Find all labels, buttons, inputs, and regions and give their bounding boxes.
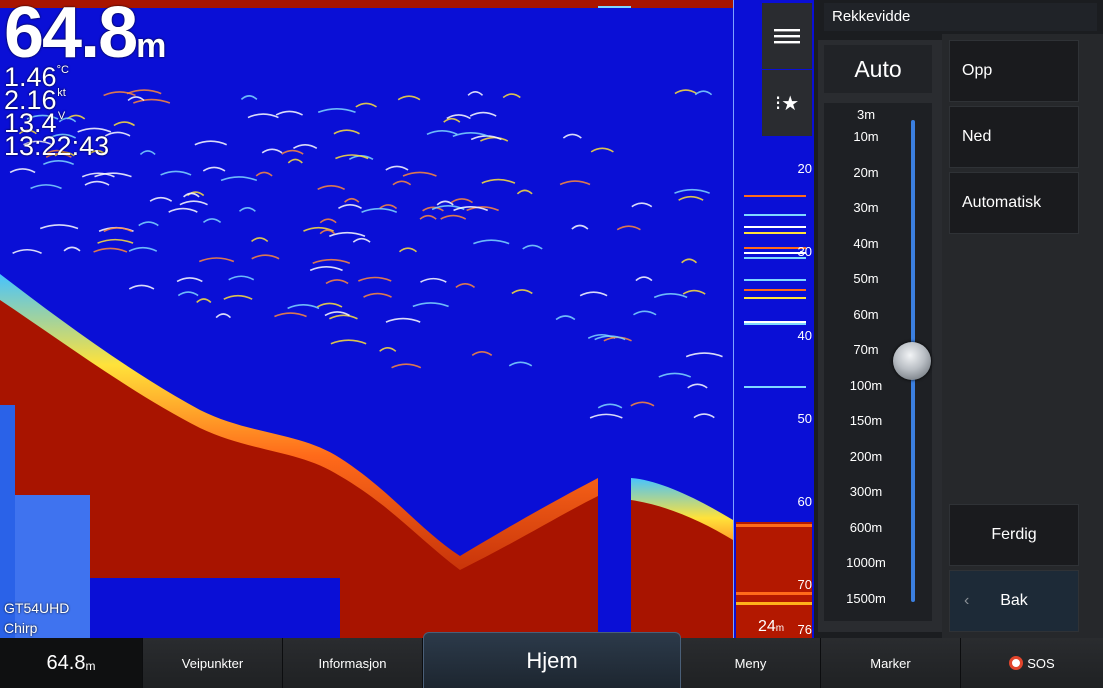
- tab-mark[interactable]: Marker: [821, 638, 961, 688]
- tab-home[interactable]: Hjem: [423, 632, 681, 688]
- range-option[interactable]: 300m: [824, 484, 908, 499]
- bottom-depth-unit: m: [85, 659, 96, 673]
- range-option[interactable]: 40m: [824, 236, 908, 251]
- depth-scale-label: 50: [797, 411, 812, 426]
- flasher-depth-badge: 24m: [754, 618, 789, 636]
- depth-scale-label: 40: [797, 328, 812, 343]
- clock: 13:22:43: [4, 131, 110, 161]
- range-option[interactable]: 10m: [824, 129, 908, 144]
- depth-scale-label: 70: [797, 577, 812, 592]
- range-option[interactable]: 30m: [824, 200, 908, 215]
- water-temp-unit: °C: [56, 64, 69, 76]
- range-option[interactable]: 100m: [824, 378, 908, 393]
- chevron-left-icon: ‹: [964, 592, 970, 609]
- speed-unit: kt: [57, 87, 66, 99]
- sos-label: SOS: [1027, 655, 1055, 671]
- flasher-depth-value: 24: [758, 618, 776, 635]
- back-button-label: Bak: [1000, 592, 1028, 609]
- back-button[interactable]: ‹ Bak: [949, 570, 1079, 632]
- range-slider-knob[interactable]: [893, 342, 931, 380]
- favorites-star-icon: ⁝★: [774, 92, 800, 115]
- range-option[interactable]: 1500m: [824, 591, 908, 606]
- favorites-button[interactable]: ⁝★: [762, 70, 812, 136]
- range-option[interactable]: 200m: [824, 449, 908, 464]
- sos-lifebuoy-icon: [1009, 656, 1024, 670]
- range-mode-label: Auto: [824, 45, 932, 93]
- depth-unit: m: [136, 27, 166, 65]
- voltage-unit: V: [57, 110, 66, 122]
- transducer-name: GT54UHD: [4, 600, 70, 616]
- depth-scale-label: 60: [797, 494, 812, 509]
- range-automatic-button[interactable]: Automatisk: [949, 172, 1079, 234]
- range-up-button[interactable]: Opp: [949, 40, 1079, 102]
- bottom-depth-value: 64.8: [46, 651, 86, 674]
- range-option[interactable]: 50m: [824, 271, 908, 286]
- depth-scale-label: 20: [797, 161, 812, 176]
- tab-waypoints[interactable]: Veipunkter: [143, 638, 283, 688]
- range-down-button[interactable]: Ned: [949, 106, 1079, 168]
- tab-menu[interactable]: Meny: [681, 638, 821, 688]
- hamburger-icon: [774, 29, 800, 44]
- flasher-depth-unit: m: [775, 623, 785, 634]
- range-option[interactable]: 20m: [824, 165, 908, 180]
- range-option[interactable]: 60m: [824, 307, 908, 322]
- range-option[interactable]: 150m: [824, 413, 908, 428]
- done-button[interactable]: Ferdig: [949, 504, 1079, 566]
- depth-scale-label: 76: [797, 622, 812, 637]
- depth-tab[interactable]: 64.8 m: [0, 638, 143, 688]
- depth-scale-label: 30: [797, 244, 812, 259]
- tab-sos[interactable]: SOS: [961, 638, 1103, 688]
- range-option[interactable]: 1000m: [824, 555, 908, 570]
- menu-button[interactable]: [762, 3, 812, 69]
- sonar-mode: Chirp: [4, 620, 38, 636]
- bottom-navigation-bar: 64.8 m Veipunkter Informasjon Hjem Meny M…: [0, 632, 1103, 688]
- range-panel-title: Rekkevidde: [824, 3, 1097, 31]
- tab-information[interactable]: Informasjon: [283, 638, 423, 688]
- range-option[interactable]: 600m: [824, 520, 908, 535]
- sonar-view[interactable]: 64.8m 1.46°C 2.16kt 13.4V 13:22:43 GT54U…: [0, 0, 733, 638]
- sonar-echo-canvas: [0, 0, 733, 638]
- range-option[interactable]: 3m: [824, 107, 908, 122]
